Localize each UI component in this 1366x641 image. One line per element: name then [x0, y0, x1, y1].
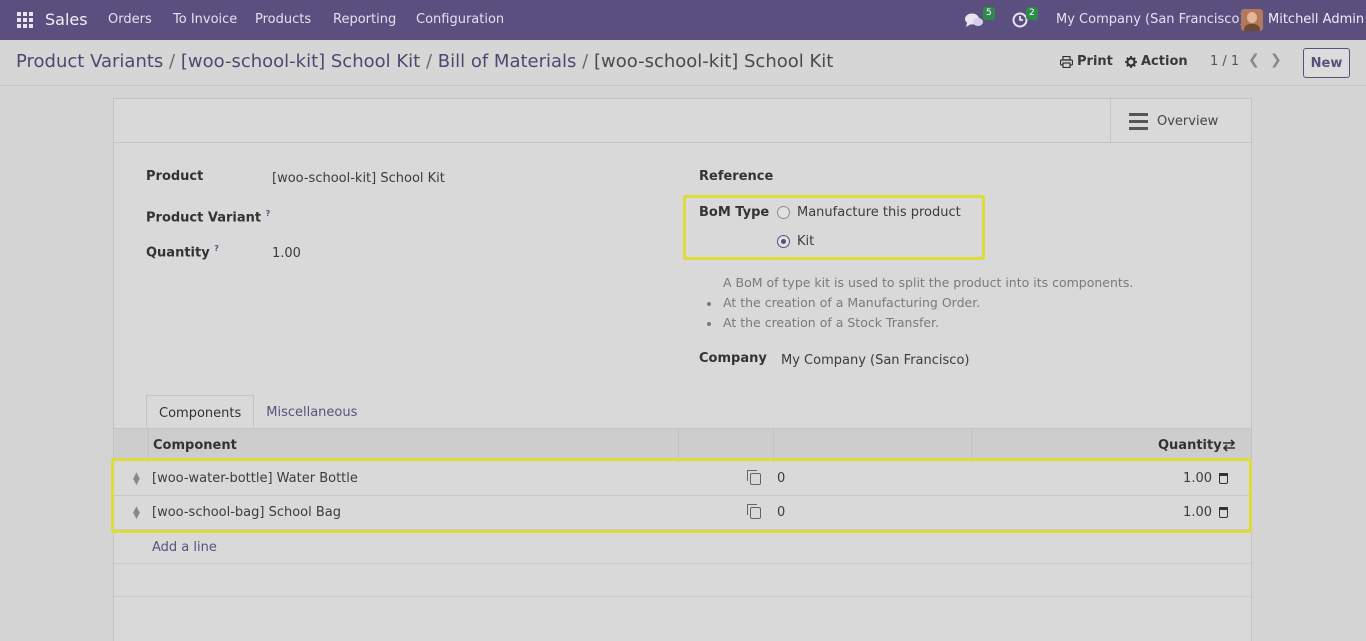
pager-value[interactable]: 1 / 1: [1210, 54, 1239, 69]
bars-icon: [1129, 112, 1148, 130]
overview-label: Overview: [1157, 113, 1219, 129]
menu-reporting[interactable]: Reporting: [333, 12, 396, 27]
product-variant-field[interactable]: [272, 209, 522, 227]
menu-configuration[interactable]: Configuration: [416, 12, 504, 27]
control-panel: Product Variants / [woo-school-kit] Scho…: [0, 40, 1366, 86]
printer-icon: [1060, 55, 1073, 68]
quantity-field[interactable]: 1.00: [272, 246, 301, 261]
bom-type-help: A BoM of type kit is used to split the p…: [707, 275, 1203, 330]
help-intro-text: A BoM of type kit is used to split the p…: [723, 275, 1134, 290]
components-table-header: Component Quantity: [114, 428, 1251, 462]
messages-count-badge: 5: [983, 7, 995, 20]
breadcrumb-current: [woo-school-kit] School Kit: [593, 51, 834, 72]
help-tooltip-icon[interactable]: ?: [214, 244, 219, 253]
help-tooltip-icon[interactable]: ?: [266, 209, 271, 218]
print-button[interactable]: Print: [1060, 54, 1113, 69]
breadcrumb-separator: /: [169, 51, 176, 72]
empty-table-row: [114, 563, 1251, 597]
components-rows-highlight: [111, 458, 1252, 533]
pager-previous-icon[interactable]: ❮: [1248, 52, 1260, 68]
add-a-line-link[interactable]: Add a line: [152, 540, 217, 555]
product-label: Product: [146, 169, 204, 184]
bom-type-highlight: [683, 195, 985, 260]
breadcrumb: Product Variants / [woo-school-kit] Scho…: [16, 51, 833, 72]
action-button[interactable]: Action: [1125, 54, 1188, 69]
pager-next-icon[interactable]: ❯: [1270, 52, 1282, 68]
form-sheet: Overview Product [woo-school-kit] School…: [111, 98, 1252, 641]
breadcrumb-bill-of-materials[interactable]: Bill of Materials: [438, 51, 577, 72]
apps-grid-icon[interactable]: [17, 12, 33, 28]
column-header-component[interactable]: Component: [153, 438, 237, 453]
quantity-label: Quantity ?: [146, 244, 219, 261]
tab-miscellaneous[interactable]: Miscellaneous: [254, 395, 369, 429]
menu-to-invoice[interactable]: To Invoice: [173, 12, 237, 27]
breadcrumb-separator: /: [425, 51, 433, 72]
help-point: At the creation of a Stock Transfer.: [707, 315, 1203, 330]
menu-products[interactable]: Products: [255, 12, 311, 27]
help-point: At the creation of a Manufacturing Order…: [707, 295, 1203, 310]
optional-columns-icon[interactable]: [1222, 439, 1236, 452]
company-label: Company: [699, 351, 767, 366]
company-switcher[interactable]: My Company (San Francisco): [1056, 12, 1244, 27]
activities-count-badge: 2: [1026, 7, 1038, 20]
column-header-quantity[interactable]: Quantity: [1158, 438, 1222, 453]
messages-icon[interactable]: [964, 12, 984, 29]
print-label: Print: [1077, 54, 1113, 69]
action-label: Action: [1141, 54, 1188, 69]
breadcrumb-separator: /: [582, 51, 589, 72]
top-navbar: Sales Orders To Invoice Products Reporti…: [0, 0, 1366, 40]
reference-label: Reference: [699, 169, 774, 184]
new-button[interactable]: New: [1303, 48, 1350, 78]
product-variant-label: Product Variant ?: [146, 209, 271, 226]
company-field[interactable]: My Company (San Francisco): [781, 353, 969, 368]
product-field[interactable]: [woo-school-kit] School Kit: [272, 171, 445, 186]
tab-components[interactable]: Components: [146, 395, 255, 429]
user-avatar[interactable]: [1241, 9, 1263, 31]
gear-icon: [1125, 55, 1137, 68]
menu-orders[interactable]: Orders: [108, 12, 152, 27]
breadcrumb-product-variants[interactable]: Product Variants: [16, 51, 163, 72]
button-box: Overview: [114, 99, 1251, 143]
overview-button[interactable]: Overview: [1110, 99, 1251, 143]
reference-field[interactable]: [781, 169, 1211, 187]
user-menu[interactable]: Mitchell Admin: [1268, 12, 1364, 27]
breadcrumb-school-kit[interactable]: [woo-school-kit] School Kit: [181, 51, 420, 72]
notebook-tabs: Components Miscellaneous: [146, 395, 369, 429]
app-brand[interactable]: Sales: [45, 10, 88, 29]
